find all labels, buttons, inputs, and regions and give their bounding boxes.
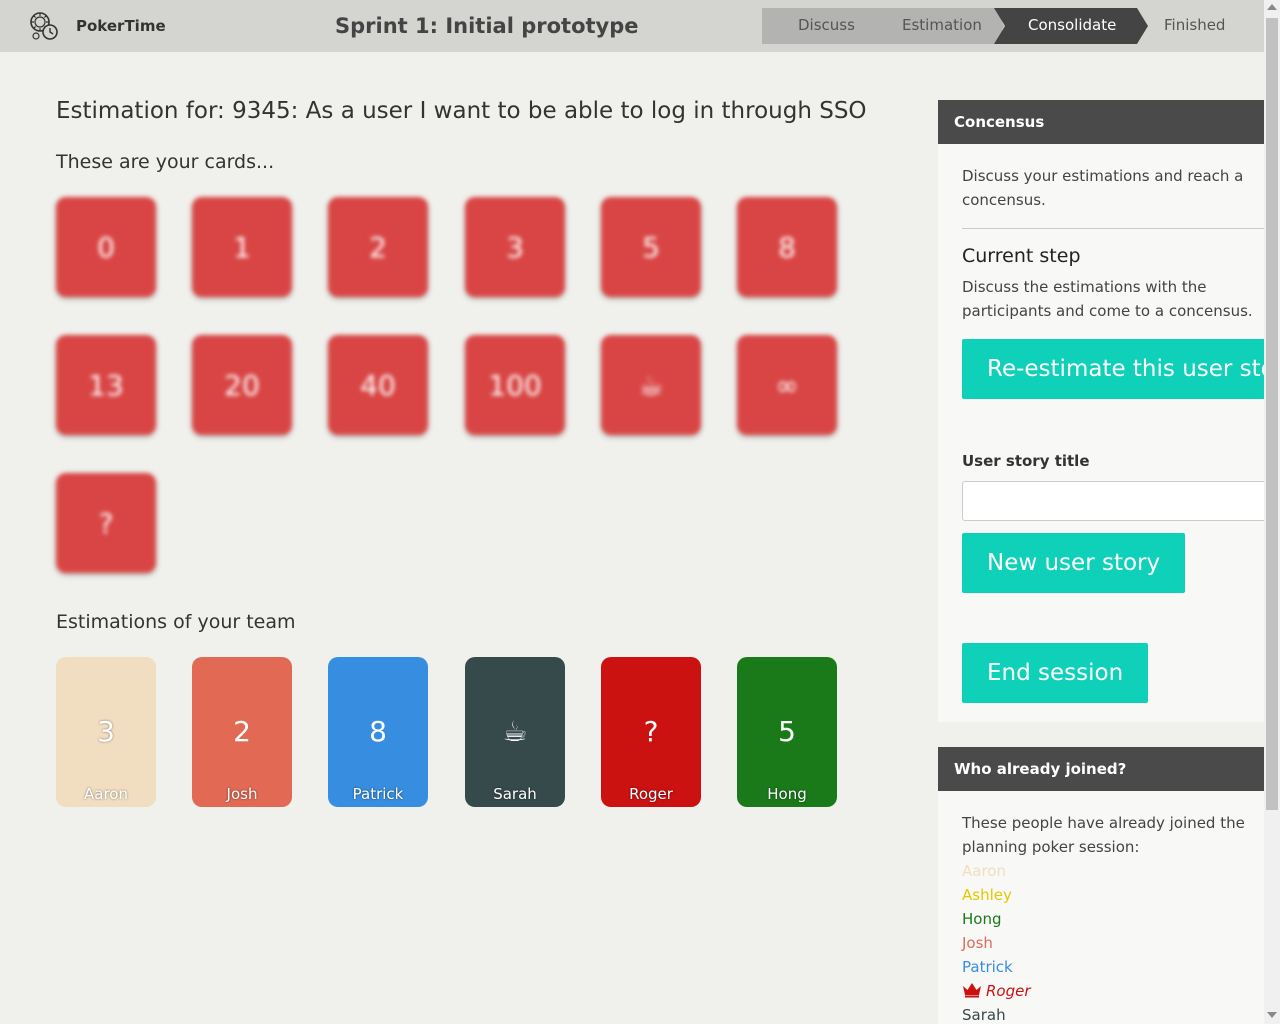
joined-person-aaron: Aaron <box>962 862 1006 880</box>
team-card-aaron: 3 Aaron <box>56 657 156 807</box>
step-finished: Finished <box>1164 16 1226 34</box>
joined-person-josh: Josh <box>962 934 993 952</box>
team-card-patrick: 8 Patrick <box>328 657 428 807</box>
current-step-title: Current step <box>962 245 1081 267</box>
consensus-panel-title: Concensus <box>938 100 1264 144</box>
joined-person-roger: Roger <box>986 982 1031 1000</box>
step-consolidate: Consolidate <box>1028 16 1117 34</box>
team-card-value: 2 <box>233 715 251 748</box>
app-name[interactable]: PokerTime <box>76 17 166 35</box>
joined-person-ashley: Ashley <box>962 886 1012 904</box>
card-8[interactable]: 8 <box>737 197 837 297</box>
card-3[interactable]: 3 <box>465 197 565 297</box>
estimation-heading: Estimation for: 9345: As a user I want t… <box>56 98 867 124</box>
team-card-name: Sarah <box>493 785 537 803</box>
team-card-value: ☕ <box>502 715 528 748</box>
step-estimation: Estimation <box>902 16 982 34</box>
card-5[interactable]: 5 <box>601 197 701 297</box>
step-progress: Discuss Estimation Consolidate Finished <box>762 8 1264 44</box>
scroll-down-arrow-icon[interactable] <box>1267 1012 1277 1018</box>
consensus-intro: Discuss your estimations and reach a con… <box>962 167 1244 209</box>
team-card-name: Josh <box>226 785 258 803</box>
card-1[interactable]: 1 <box>192 197 292 297</box>
team-card-value: 3 <box>97 715 115 748</box>
card-20[interactable]: 20 <box>192 335 292 435</box>
current-step-text: Discuss the estimations with the partici… <box>962 278 1253 320</box>
team-card-sarah: ☕ Sarah <box>465 657 565 807</box>
new-user-story-button[interactable]: New user story <box>962 533 1186 593</box>
user-story-title-label: User story title <box>962 452 1090 470</box>
card-infinity[interactable]: ∞ <box>737 335 837 435</box>
end-session-button[interactable]: End session <box>962 643 1149 703</box>
team-card-value: ? <box>643 715 659 748</box>
consensus-panel: Concensus Discuss your estimations and r… <box>938 100 1264 722</box>
joined-person-hong: Hong <box>962 910 1002 928</box>
card-question[interactable]: ? <box>56 473 156 573</box>
team-card-josh: 2 Josh <box>192 657 292 807</box>
joined-person-sarah: Sarah <box>962 1006 1006 1024</box>
card-2[interactable]: 2 <box>328 197 428 297</box>
cards-heading: These are your cards... <box>56 151 275 173</box>
reestimate-button[interactable]: Re-estimate this user story <box>962 339 1264 399</box>
sprint-title: Sprint 1: Initial prototype <box>335 14 639 38</box>
team-heading: Estimations of your team <box>56 611 296 633</box>
card-0[interactable]: 0 <box>56 197 156 297</box>
joined-panel-title: Who already joined? <box>938 747 1264 791</box>
joined-panel: Who already joined? These people have al… <box>938 747 1264 1024</box>
card-100[interactable]: 100 <box>465 335 565 435</box>
team-card-name: Hong <box>767 785 807 803</box>
team-card-value: 8 <box>369 715 387 748</box>
scrollbar-thumb[interactable] <box>1266 18 1278 810</box>
joined-person-patrick: Patrick <box>962 958 1013 976</box>
step-discuss: Discuss <box>798 16 855 34</box>
joined-intro: These people have already joined the pla… <box>962 814 1245 856</box>
team-card-name: Roger <box>629 785 673 803</box>
top-bar: PokerTime Sprint 1: Initial prototype Di… <box>0 0 1264 52</box>
card-13[interactable]: 13 <box>56 335 156 435</box>
card-40[interactable]: 40 <box>328 335 428 435</box>
team-card-name: Aaron <box>84 785 128 803</box>
crown-icon <box>963 983 981 998</box>
poker-chip-clock-icon <box>30 12 58 40</box>
scroll-up-arrow-icon[interactable] <box>1267 4 1277 10</box>
team-card-roger: ? Roger <box>601 657 701 807</box>
user-story-title-input[interactable] <box>962 481 1264 521</box>
divider <box>962 228 1264 229</box>
team-card-name: Patrick <box>352 785 404 803</box>
team-card-hong: 5 Hong <box>737 657 837 807</box>
joined-person-roger-row: Roger <box>962 979 1031 1003</box>
team-card-value: 5 <box>778 715 796 748</box>
card-coffee[interactable]: ☕ <box>601 335 701 435</box>
